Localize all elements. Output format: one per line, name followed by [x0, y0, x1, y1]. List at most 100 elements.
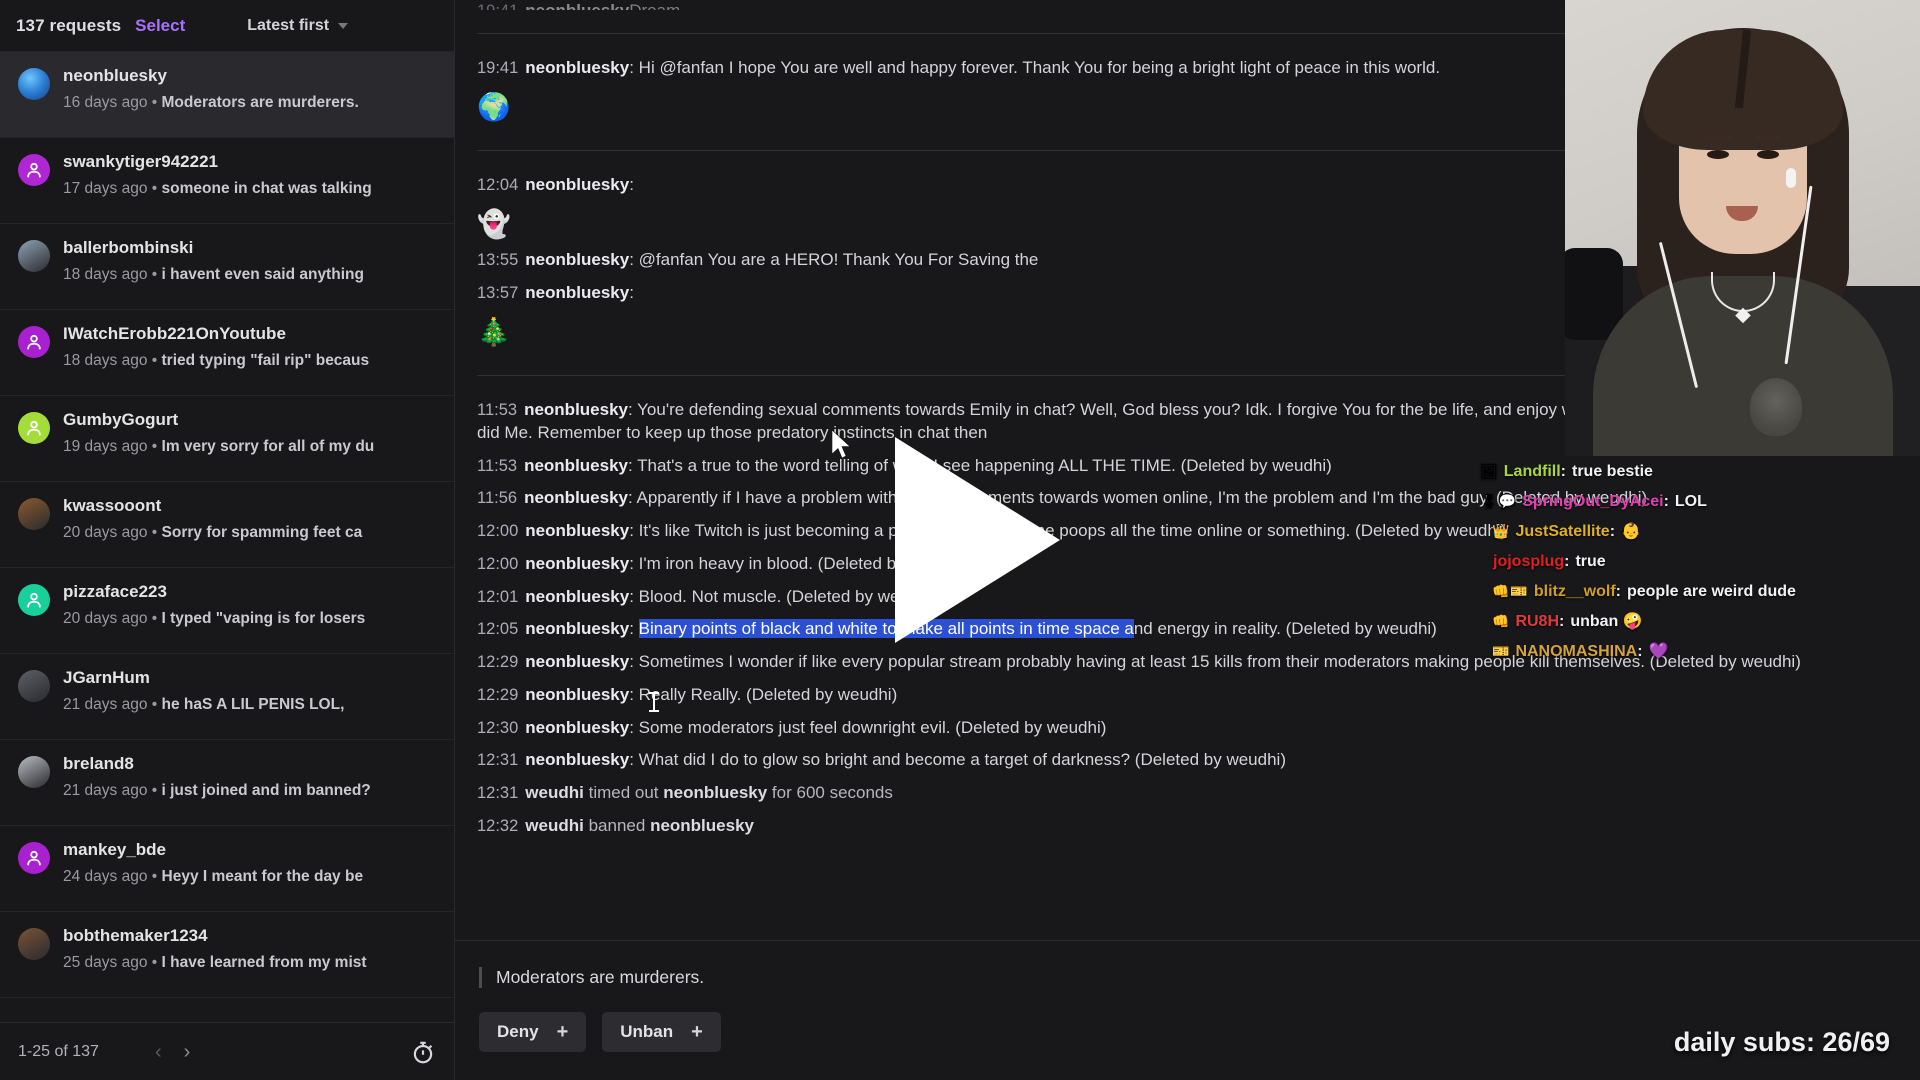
target-username: neonbluesky — [650, 816, 754, 835]
message-timestamp: 12:01 — [477, 587, 519, 606]
eyebrow-left — [1704, 136, 1732, 140]
chat-log-system-row[interactable]: 12:31 weudhi timed out neonbluesky for 60… — [477, 777, 1896, 810]
message-timestamp: 13:57 — [477, 284, 519, 303]
separator-dot: • — [147, 609, 162, 627]
request-item-text: pizzaface223 20 days ago • I typed "vapin… — [63, 581, 438, 630]
message-timestamp: 12:00 — [477, 554, 519, 573]
message-body: What did I do to glow so bright and beco… — [638, 750, 1286, 770]
chat-log-message-row[interactable]: 12:30 neonbluesky: Some moderators just f… — [477, 712, 1896, 745]
avatar — [18, 240, 50, 272]
request-item-text: GumbyGogurt 19 days ago • Im very sorry f… — [63, 409, 438, 458]
chat-log-system-row[interactable]: 12:32 weudhi banned neonbluesky — [477, 810, 1896, 843]
request-list[interactable]: neonbluesky 16 days ago • Moderators are … — [0, 52, 454, 1022]
chat-log-message-row[interactable]: 12:29 neonbluesky: Really Really. (Delete… — [477, 679, 1896, 712]
message-username: neonbluesky — [524, 400, 628, 420]
request-subtitle: 21 days ago • i just joined and im banne… — [63, 779, 438, 802]
avatar — [18, 842, 50, 874]
emote-icon: 🎄 — [477, 316, 511, 347]
request-list-item[interactable]: mankey_bde 24 days ago • Heyy I meant for… — [0, 826, 454, 912]
request-preview-message: i havent even said anything — [161, 265, 364, 283]
request-age: 24 days ago — [63, 867, 148, 885]
request-age: 18 days ago — [63, 351, 148, 369]
request-preview-message: Sorry for spamming feet ca — [161, 523, 363, 541]
message-username: neonbluesky — [525, 553, 630, 573]
avatar — [18, 670, 50, 702]
unban-button[interactable]: Unban + — [602, 1012, 721, 1052]
message-colon: : — [629, 652, 639, 672]
request-list-item[interactable]: neonbluesky 16 days ago • Moderators are … — [0, 52, 454, 138]
message-body: Really Really. (Deleted by weudhi) — [638, 684, 898, 704]
deny-button-label: Deny — [497, 1022, 539, 1041]
request-username: mankey_bde — [63, 840, 166, 859]
request-list-item[interactable]: GumbyGogurt 19 days ago • Im very sorry f… — [0, 396, 454, 482]
chat-log-message-row[interactable]: 12:00 neonbluesky: I'm iron heavy in bloo… — [477, 548, 1896, 581]
chat-log-message-row[interactable]: 11:56 neonbluesky: Apparently if I have a… — [477, 482, 1896, 515]
message-username: neonbluesky — [525, 175, 630, 195]
request-age: 18 days ago — [63, 265, 148, 283]
message-timestamp: 12:29 — [477, 653, 519, 672]
earbud — [1786, 168, 1796, 188]
request-list-item[interactable]: pizzaface223 20 days ago • I typed "vapin… — [0, 568, 454, 654]
chat-log-message-row[interactable]: 12:05 neonbluesky: Binary points of black… — [477, 613, 1896, 646]
message-timestamp: 12:32 — [477, 817, 519, 835]
request-list-item[interactable]: JGarnHum 21 days ago • he haS A LIL PENIS… — [0, 654, 454, 740]
message-colon: : — [629, 717, 639, 737]
chat-log-message-row[interactable]: 12:31 neonbluesky: What did I do to glow … — [477, 744, 1896, 777]
message-body: Apparently if I have a problem with sexu… — [636, 488, 1648, 508]
message-username: neonbluesky — [525, 521, 630, 541]
moderator-name: weudhi — [525, 816, 584, 835]
request-age: 21 days ago — [63, 695, 148, 713]
select-link[interactable]: Select — [135, 16, 185, 36]
request-list-item[interactable]: kwassooont 20 days ago • Sorry for spammi… — [0, 482, 454, 568]
request-username: IWatchErobb221OnYoutube — [63, 324, 286, 343]
request-age: 16 days ago — [63, 93, 148, 111]
unban-requests-sidebar: 137 requests Select Latest first neonblu… — [0, 0, 455, 1080]
separator-dot: • — [147, 437, 162, 455]
message-username: neonbluesky — [525, 1, 629, 10]
request-username: GumbyGogurt — [63, 410, 179, 429]
request-subtitle: 19 days ago • Im very sorry for all of m… — [63, 435, 438, 458]
stopwatch-icon[interactable] — [410, 1039, 436, 1065]
message-timestamp: 12:04 — [477, 176, 519, 195]
request-list-item[interactable]: breland8 21 days ago • i just joined and … — [0, 740, 454, 826]
daily-subs-counter: daily subs: 26/69 — [1673, 1027, 1890, 1057]
avatar — [18, 498, 50, 530]
request-list-item[interactable]: bobthemaker1234 25 days ago • I have lear… — [0, 912, 454, 998]
message-timestamp: 12:30 — [477, 718, 519, 737]
message-timestamp: 12:05 — [477, 620, 519, 639]
plus-icon: + — [691, 1021, 703, 1043]
request-username: pizzaface223 — [63, 582, 167, 601]
request-username: kwassooont — [63, 496, 162, 515]
sort-order-dropdown[interactable]: Latest first — [237, 13, 358, 39]
chat-log-message-row[interactable]: 12:01 neonbluesky: Blood. Not muscle. (De… — [477, 581, 1896, 614]
action-bar: Moderators are murderers. Deny + Unban + — [455, 940, 1920, 1080]
prev-page-button[interactable]: ‹ — [155, 1042, 162, 1062]
message-username: neonbluesky — [525, 250, 630, 270]
message-body: Some moderators just feel downright evil… — [638, 717, 1107, 737]
deny-button[interactable]: Deny + — [479, 1012, 587, 1052]
request-age: 25 days ago — [63, 953, 148, 971]
message-username: neonbluesky — [525, 684, 630, 704]
chat-log-message-row[interactable]: 12:29 neonbluesky: Sometimes I wonder if … — [477, 646, 1896, 679]
request-age: 20 days ago — [63, 609, 148, 627]
chat-log-message-row[interactable]: 12:00 neonbluesky: It's like Twitch is ju… — [477, 515, 1896, 548]
message-username: neonbluesky — [525, 750, 630, 770]
request-list-item[interactable]: swankytiger942221 17 days ago • someone i… — [0, 138, 454, 224]
message-timestamp: 13:55 — [477, 251, 519, 270]
request-list-item[interactable]: IWatchErobb221OnYoutube 18 days ago • tri… — [0, 310, 454, 396]
request-item-text: kwassooont 20 days ago • Sorry for spammi… — [63, 495, 438, 544]
streamer-webcam — [1565, 0, 1920, 456]
message-colon: : — [628, 455, 638, 475]
separator-dot: • — [147, 523, 162, 541]
separator-dot: • — [147, 867, 162, 885]
message-colon: : — [629, 521, 639, 541]
separator-dot: • — [147, 179, 162, 197]
next-page-button[interactable]: › — [184, 1042, 191, 1062]
request-count-label: 137 requests — [16, 15, 122, 35]
request-age: 17 days ago — [63, 179, 148, 197]
message-timestamp: 12:29 — [477, 685, 519, 704]
request-item-text: bobthemaker1234 25 days ago • I have lear… — [63, 925, 438, 974]
eye-right — [1757, 150, 1779, 159]
request-list-item[interactable]: ballerbombinski 18 days ago • i havent ev… — [0, 224, 454, 310]
emote-icon: 🌍 — [477, 91, 511, 122]
